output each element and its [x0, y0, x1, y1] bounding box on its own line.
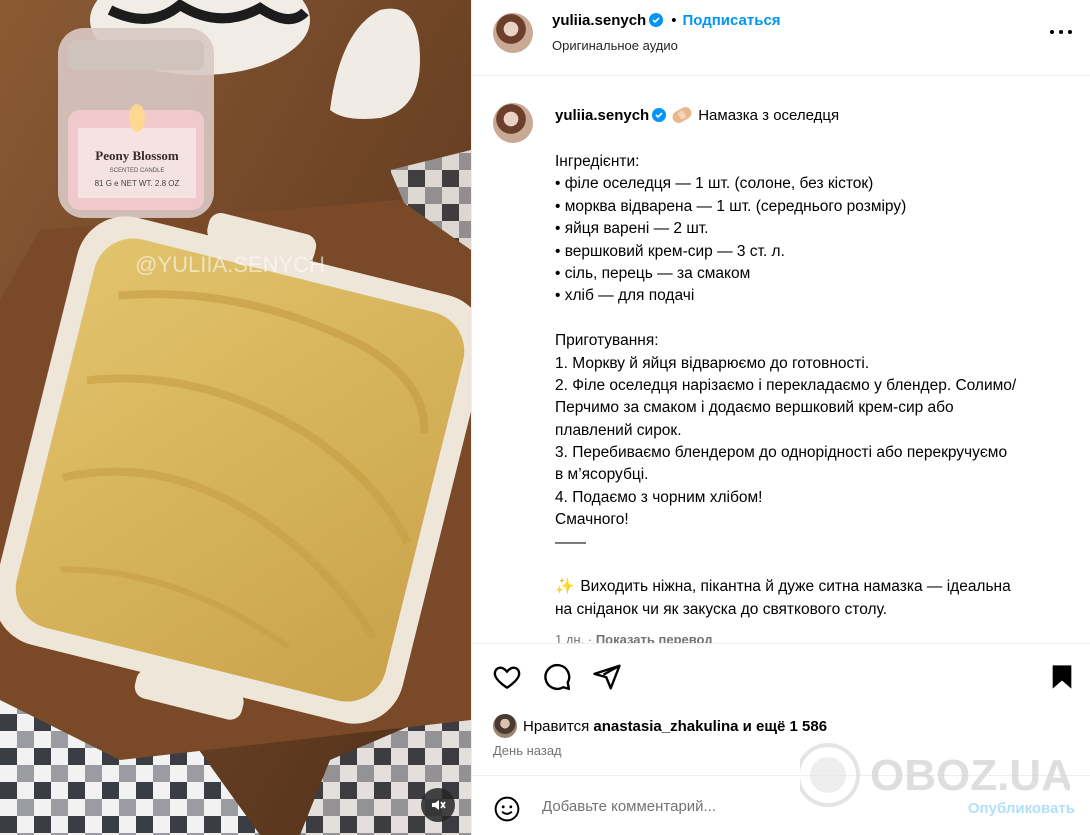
comment-input[interactable]: [542, 798, 942, 815]
food-photo: Peony Blossom SCENTED CANDLE 81 G e NET …: [0, 0, 471, 835]
caption-line: Приготування:: [555, 332, 659, 350]
caption-line: 3. Перебиваємо блендером до однорідності…: [555, 444, 1008, 462]
caption-line: • сіль, перець — за смаком: [555, 264, 751, 282]
caption-meta: 1 дн. · Показать перевод: [555, 632, 713, 643]
caption-line: • філе оселедця — 1 шт. (солоне, без кіс…: [555, 175, 874, 193]
caption-title: Намазка з оселедця: [698, 107, 840, 124]
caption-username[interactable]: yuliia.senych: [555, 107, 649, 124]
likes-line: Нравится anastasia_zhakulina и ещё 1 586: [493, 714, 827, 738]
caption-line: 2. Філе оселедця нарізаємо і перекладаєм…: [555, 376, 1017, 394]
speaker-muted-icon: [432, 800, 446, 810]
author-username[interactable]: yuliia.senych: [552, 12, 646, 29]
caption-line: в м’ясорубці.: [555, 466, 649, 484]
post-header: yuliia.senych • Подписаться Оригинальное а…: [472, 0, 1090, 76]
caption-separator: ·: [587, 632, 593, 643]
caption-line: Виходить ніжна, пікантна й дуже ситна на…: [580, 578, 1011, 596]
caption-line: • хліб — для подачі: [555, 287, 695, 305]
liker-username[interactable]: anastasia_zhakulina: [593, 718, 738, 735]
actions-bar: Нравится anastasia_zhakulina и ещё 1 586…: [472, 643, 1090, 773]
author-avatar[interactable]: [493, 13, 533, 53]
caption-line: Смачного!: [555, 511, 629, 529]
translate-link[interactable]: Показать перевод: [596, 632, 713, 643]
verified-icon: [649, 13, 664, 27]
share-icon[interactable]: [592, 662, 622, 692]
caption-line: на сніданок чи як закуска до святкового …: [555, 600, 888, 618]
caption-line: Перчимо за смаком і додаємо вершковий кр…: [555, 399, 954, 417]
header-dot: •: [671, 12, 677, 29]
post-comment-button[interactable]: Опубликовать: [968, 800, 1075, 817]
post-time[interactable]: День назад: [493, 743, 562, 758]
caption-line: Інгредієнти:: [555, 153, 640, 170]
caption-line: 4. Подаємо з чорним хлібом!: [555, 488, 763, 506]
caption-area: yuliia.senych Намазка з оселедця Інгредіє…: [472, 77, 1090, 643]
likes-count[interactable]: и ещё 1 586: [743, 718, 827, 735]
caption-avatar[interactable]: [493, 103, 533, 143]
bandage-icon: [670, 104, 694, 126]
likes-prefix: Нравится: [523, 717, 590, 735]
jar-label: Peony Blossom: [95, 148, 179, 163]
bookmark-icon[interactable]: [1048, 662, 1076, 692]
liker-avatar[interactable]: [493, 714, 517, 738]
emoji-icon[interactable]: [494, 796, 520, 822]
comment-bar: Опубликовать: [472, 775, 1090, 835]
caption-line: • вершковий крем-сир — 3 ст. л.: [555, 242, 785, 260]
more-icon[interactable]: [1050, 28, 1072, 36]
caption-divider: ——: [555, 533, 586, 551]
jar-sublabel: SCENTED CANDLE: [110, 168, 165, 174]
photo-watermark: @YULIIA.SENYCH: [135, 252, 325, 277]
caption-line: • морква відварена — 1 шт. (середнього р…: [555, 197, 907, 215]
follow-button[interactable]: Подписаться: [682, 12, 780, 29]
jar-weight: 81 G e NET WT. 2.8 OZ: [95, 179, 180, 188]
caption-line: • яйця варені — 2 шт.: [555, 220, 709, 238]
caption-text: Інгредієнти: • філе оселедця — 1 шт. (со…: [555, 151, 1075, 621]
post-panel: yuliia.senych • Подписаться Оригинальное а…: [471, 0, 1090, 835]
sparkles-icon: ✨: [555, 578, 575, 596]
heart-icon[interactable]: [492, 662, 522, 692]
comment-icon[interactable]: [542, 662, 572, 692]
caption-line: плавлений сирок.: [555, 421, 682, 439]
verified-icon: [652, 108, 667, 122]
caption-line: 1. Моркву й яйця відварюємо до готовност…: [555, 354, 870, 372]
post-media[interactable]: Peony Blossom SCENTED CANDLE 81 G e NET …: [0, 0, 471, 835]
caption-age: 1 дн.: [555, 632, 585, 643]
mute-button[interactable]: [421, 788, 455, 822]
audio-label[interactable]: Оригинальное аудио: [552, 38, 678, 53]
